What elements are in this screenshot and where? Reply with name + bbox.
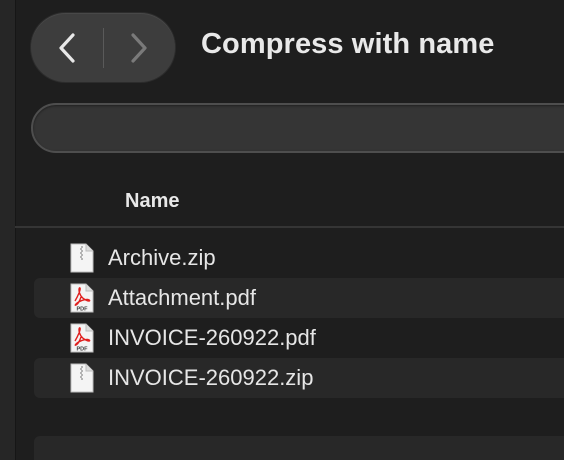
sidebar-edge	[0, 0, 16, 460]
column-header-row: Name	[15, 178, 564, 228]
chevron-right-icon	[131, 32, 147, 63]
file-row[interactable]: Archive.zip	[34, 238, 564, 278]
back-button[interactable]	[31, 13, 103, 82]
zip-document-icon	[70, 363, 94, 393]
file-name: Attachment.pdf	[108, 285, 256, 310]
svg-text:PDF: PDF	[77, 307, 89, 313]
zip-document-icon	[70, 243, 94, 273]
navigation-buttons	[31, 13, 175, 82]
pdf-document-icon: PDF	[70, 323, 94, 353]
file-name: INVOICE-260922.zip	[108, 365, 314, 390]
file-row[interactable]: INVOICE-260922.zip	[34, 358, 564, 398]
file-name: INVOICE-260922.pdf	[108, 325, 316, 350]
archive-name-input[interactable]	[31, 103, 564, 153]
forward-button[interactable]	[104, 13, 176, 82]
pdf-document-icon: PDF	[70, 283, 94, 313]
file-row[interactable]: PDF Attachment.pdf	[34, 278, 564, 318]
column-header-name[interactable]: Name	[125, 190, 179, 213]
file-row[interactable]: PDF INVOICE-260922.pdf	[34, 318, 564, 358]
compress-dialog: Compress with name Name Archive.zip PDF …	[0, 0, 564, 460]
chevron-left-icon	[59, 32, 75, 63]
empty-row	[34, 436, 564, 460]
file-name: Archive.zip	[108, 245, 216, 270]
svg-text:PDF: PDF	[77, 347, 89, 353]
dialog-title: Compress with name	[201, 28, 495, 60]
file-list: Archive.zip PDF Attachment.pdf PDF INVOI…	[34, 238, 564, 398]
